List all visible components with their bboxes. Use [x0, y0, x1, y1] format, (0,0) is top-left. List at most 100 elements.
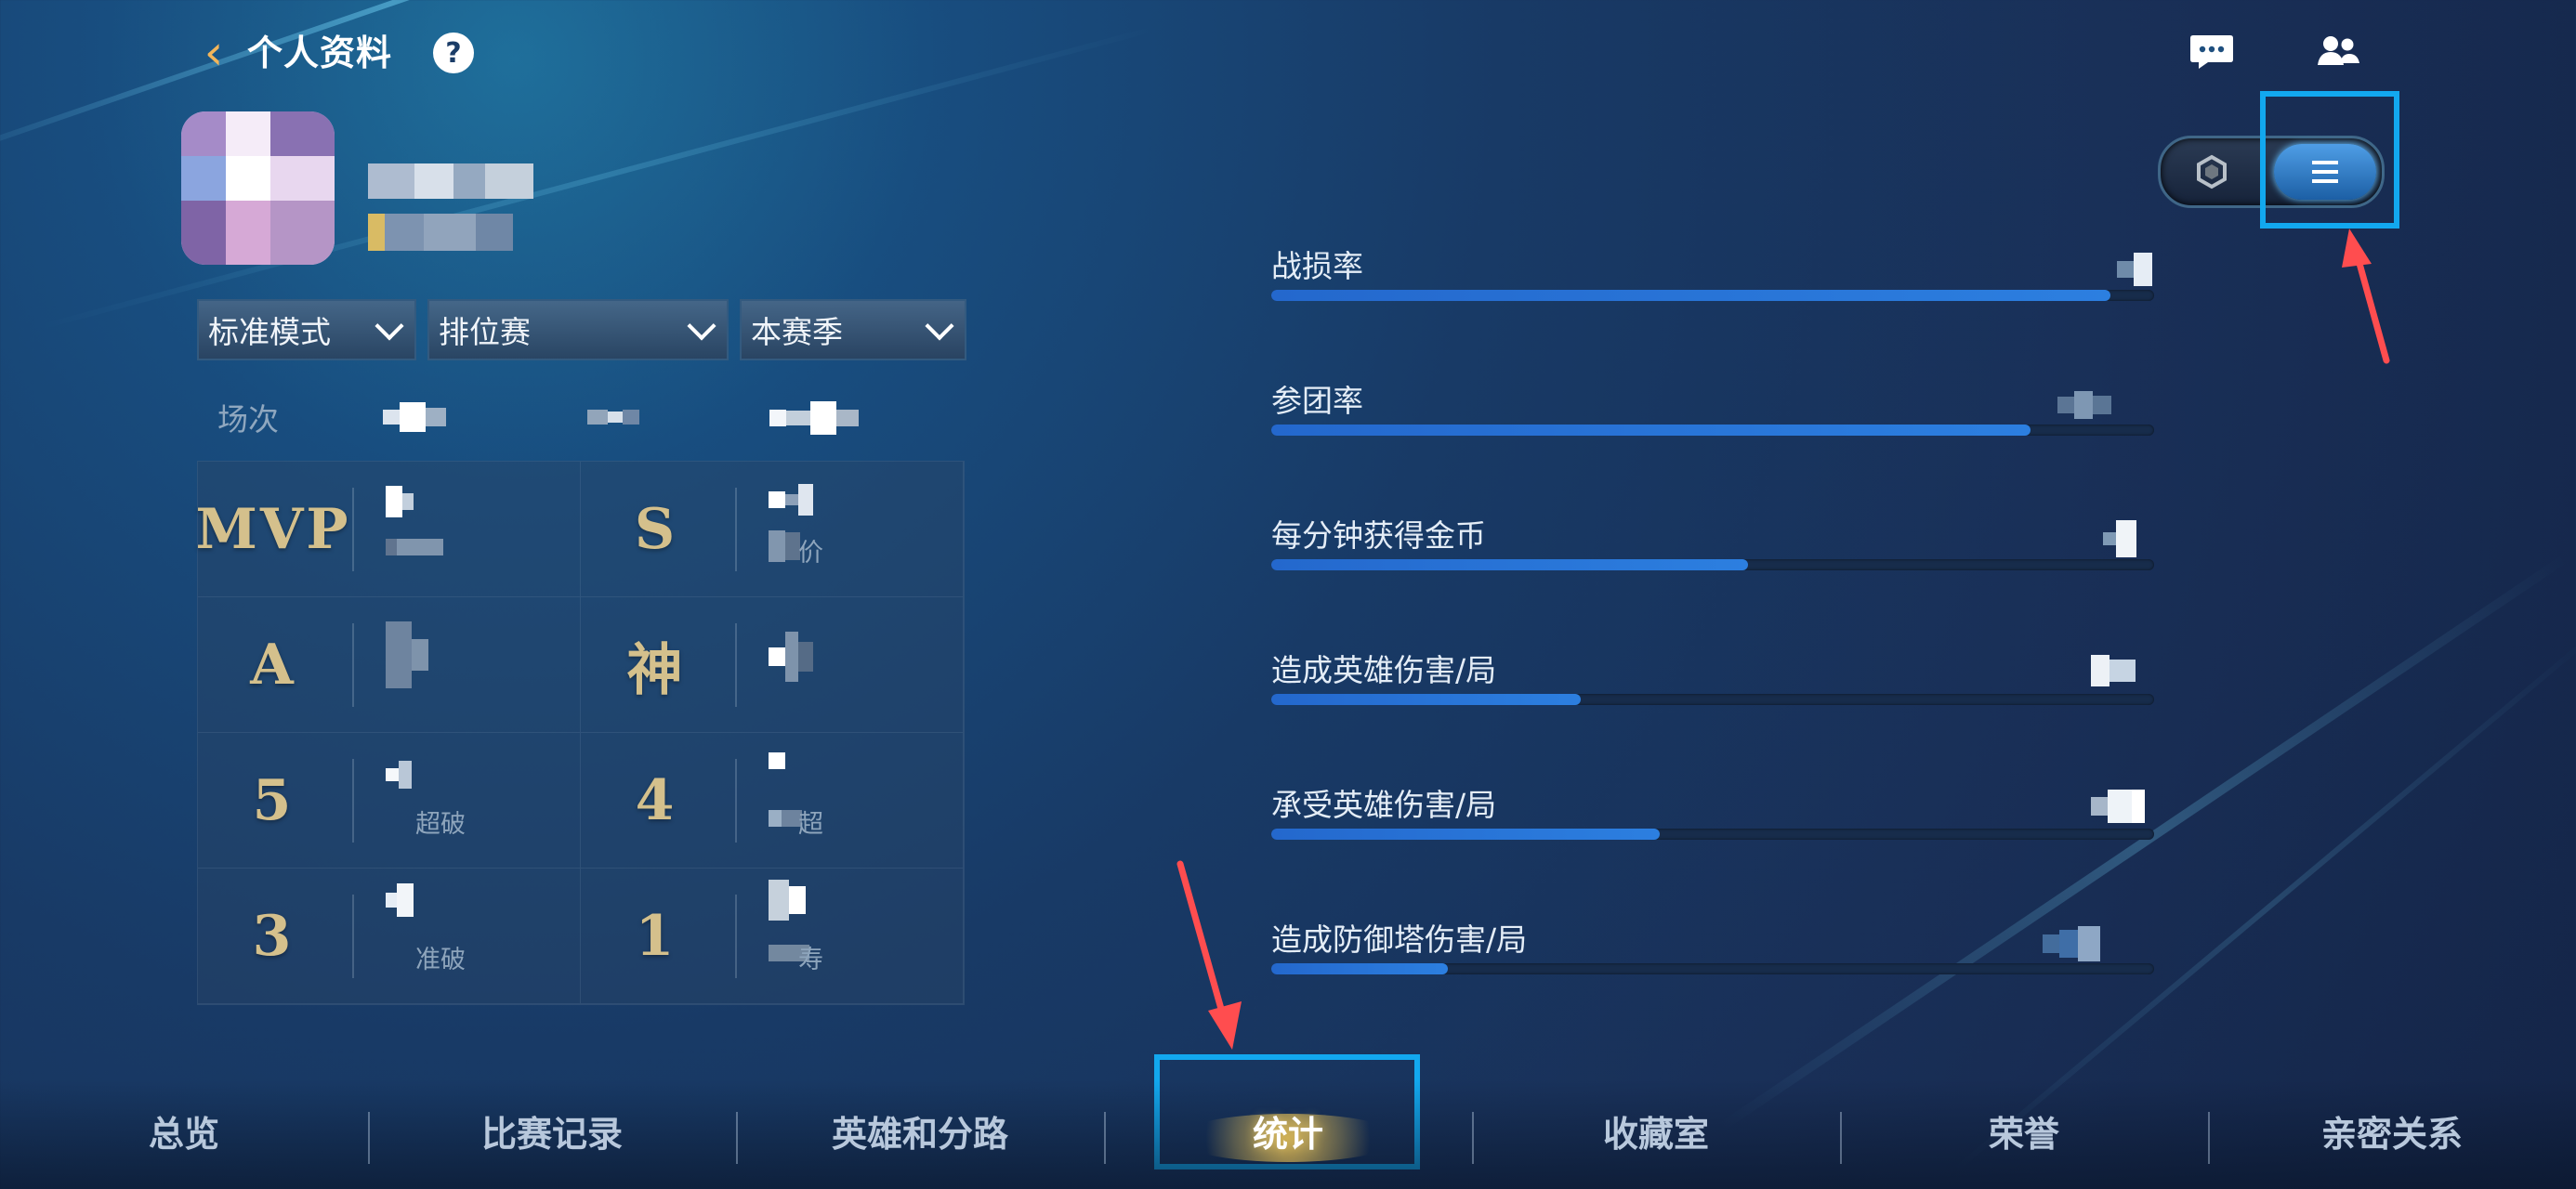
score-value-redacted — [769, 401, 859, 435]
winrate-value-redacted — [587, 402, 639, 432]
stat-divider — [352, 623, 354, 707]
metric-label: 承受英雄伤害/局 — [1271, 787, 1497, 823]
stat-cell-s: S 价 — [581, 462, 964, 597]
tab-heroes-roles[interactable]: 英雄和分路 — [736, 1100, 1104, 1161]
tab-label: 总览 — [148, 1113, 219, 1155]
stat-value-redacted — [769, 880, 806, 921]
season-filter-dropdown[interactable]: 本赛季 — [740, 299, 966, 360]
metric-progress-track — [1271, 559, 2154, 570]
metric-value-redacted — [2091, 655, 2136, 686]
back-button[interactable]: ‹ — [197, 26, 230, 80]
bottom-navigation: 总览 比赛记录 英雄和分路 统计 收藏室 荣誉 亲密关系 — [0, 1079, 2576, 1189]
stat-cell-shen: 神 — [581, 597, 964, 733]
metric-progress-fill — [1271, 290, 2110, 301]
stat-value-redacted — [769, 751, 785, 770]
metric-progress-track — [1271, 829, 2154, 840]
metric-label: 每分钟获得金币 — [1271, 517, 1486, 554]
stat-subtext-redacted — [769, 809, 802, 828]
stat-divider — [352, 488, 354, 571]
chevron-down-icon — [687, 311, 716, 341]
metric-value-redacted — [2091, 790, 2145, 823]
stat-cell-mvp: MVP — [195, 462, 581, 597]
stat-badge: MVP — [195, 497, 351, 562]
chevron-left-icon: ‹ — [204, 25, 224, 81]
background-light-beam — [0, 0, 875, 173]
matches-label: 场次 — [217, 401, 279, 438]
stat-value-redacted — [769, 484, 813, 516]
metric-progress-track — [1271, 290, 2154, 301]
metric-row: 造成防御塔伤害/局 — [1271, 915, 2154, 999]
metric-value-redacted — [2057, 387, 2111, 423]
tab-overview[interactable]: 总览 — [0, 1100, 368, 1161]
mode-filter-dropdown[interactable]: 标准模式 — [197, 299, 416, 360]
metric-progress-track — [1271, 963, 2154, 974]
metric-row: 承受英雄伤害/局 — [1271, 780, 2154, 864]
chat-icon[interactable] — [2188, 33, 2235, 71]
stat-value-redacted — [386, 761, 412, 789]
tab-label: 英雄和分路 — [831, 1113, 1008, 1155]
metric-label: 参团率 — [1271, 383, 1363, 419]
tab-label: 收藏室 — [1602, 1113, 1709, 1155]
stat-badge: S — [634, 497, 678, 562]
metric-progress-fill — [1271, 694, 1581, 705]
player-info-redacted — [368, 214, 535, 251]
stat-divider — [735, 623, 737, 707]
metric-row: 每分钟获得金币 — [1271, 511, 2154, 594]
stat-caption: 准破 — [415, 946, 466, 974]
hexagon-view-button[interactable] — [2161, 138, 2263, 205]
stat-value-redacted — [769, 618, 813, 696]
tab-collection[interactable]: 收藏室 — [1472, 1100, 1840, 1161]
stat-cell-4: 4 超 — [581, 733, 964, 869]
stat-subtext-redacted — [386, 538, 443, 556]
tab-label: 亲密关系 — [2320, 1113, 2463, 1155]
stat-cell-1: 1 寿 — [581, 869, 964, 1004]
metric-progress-track — [1271, 694, 2154, 705]
player-name-redacted — [368, 163, 554, 199]
stat-caption: 超 — [798, 810, 823, 839]
metric-progress-track — [1271, 425, 2154, 436]
tab-relationships[interactable]: 亲密关系 — [2208, 1100, 2576, 1161]
filter-label: 本赛季 — [751, 314, 843, 350]
stat-cell-a: A — [198, 597, 581, 733]
red-arrow-icon — [1176, 860, 1242, 1050]
metric-progress-fill — [1271, 829, 1660, 840]
stat-divider — [735, 759, 737, 843]
stat-cell-5: 5 超破 — [198, 733, 581, 869]
stat-caption: 寿 — [798, 946, 823, 974]
chevron-down-icon — [925, 311, 954, 341]
filter-label: 标准模式 — [208, 314, 331, 350]
stat-badge: 3 — [252, 904, 295, 969]
tab-honors[interactable]: 荣誉 — [1840, 1100, 2208, 1161]
metric-row: 造成英雄伤害/局 — [1271, 646, 2154, 729]
highlight-box — [2260, 91, 2399, 229]
tab-label: 统计 — [1252, 1113, 1323, 1155]
stat-badge: 4 — [635, 768, 677, 833]
avatar[interactable] — [181, 111, 335, 265]
tab-statistics[interactable]: 统计 — [1104, 1100, 1472, 1162]
stat-divider — [735, 895, 737, 978]
stat-subtext-redacted — [769, 530, 800, 562]
friends-icon[interactable] — [2312, 32, 2364, 72]
metric-progress-fill — [1271, 963, 1448, 974]
stat-badge: 神 — [626, 637, 686, 703]
metric-value-redacted — [2117, 253, 2152, 286]
stat-value-redacted — [386, 621, 428, 688]
filter-label: 排位赛 — [439, 314, 531, 350]
stat-badge: 5 — [252, 768, 295, 833]
red-arrow-icon — [2342, 229, 2390, 364]
stat-cell-3: 3 准破 — [198, 869, 581, 1004]
metric-label: 造成防御塔伤害/局 — [1271, 921, 1528, 958]
stat-caption: 超破 — [415, 810, 466, 839]
help-icon[interactable]: ? — [433, 33, 474, 73]
metric-value-redacted — [2043, 926, 2100, 961]
stat-value-redacted — [386, 883, 414, 917]
tab-match-history[interactable]: 比赛记录 — [368, 1100, 736, 1161]
stat-caption: 价 — [798, 539, 823, 568]
page-title: 个人资料 — [247, 33, 393, 73]
hexagon-icon — [2197, 154, 2227, 189]
metric-row: 参团率 — [1271, 376, 2154, 460]
stat-divider — [352, 895, 354, 978]
match-type-filter-dropdown[interactable]: 排位赛 — [427, 299, 729, 360]
metric-label: 造成英雄伤害/局 — [1271, 652, 1497, 688]
metric-progress-fill — [1271, 559, 1748, 570]
